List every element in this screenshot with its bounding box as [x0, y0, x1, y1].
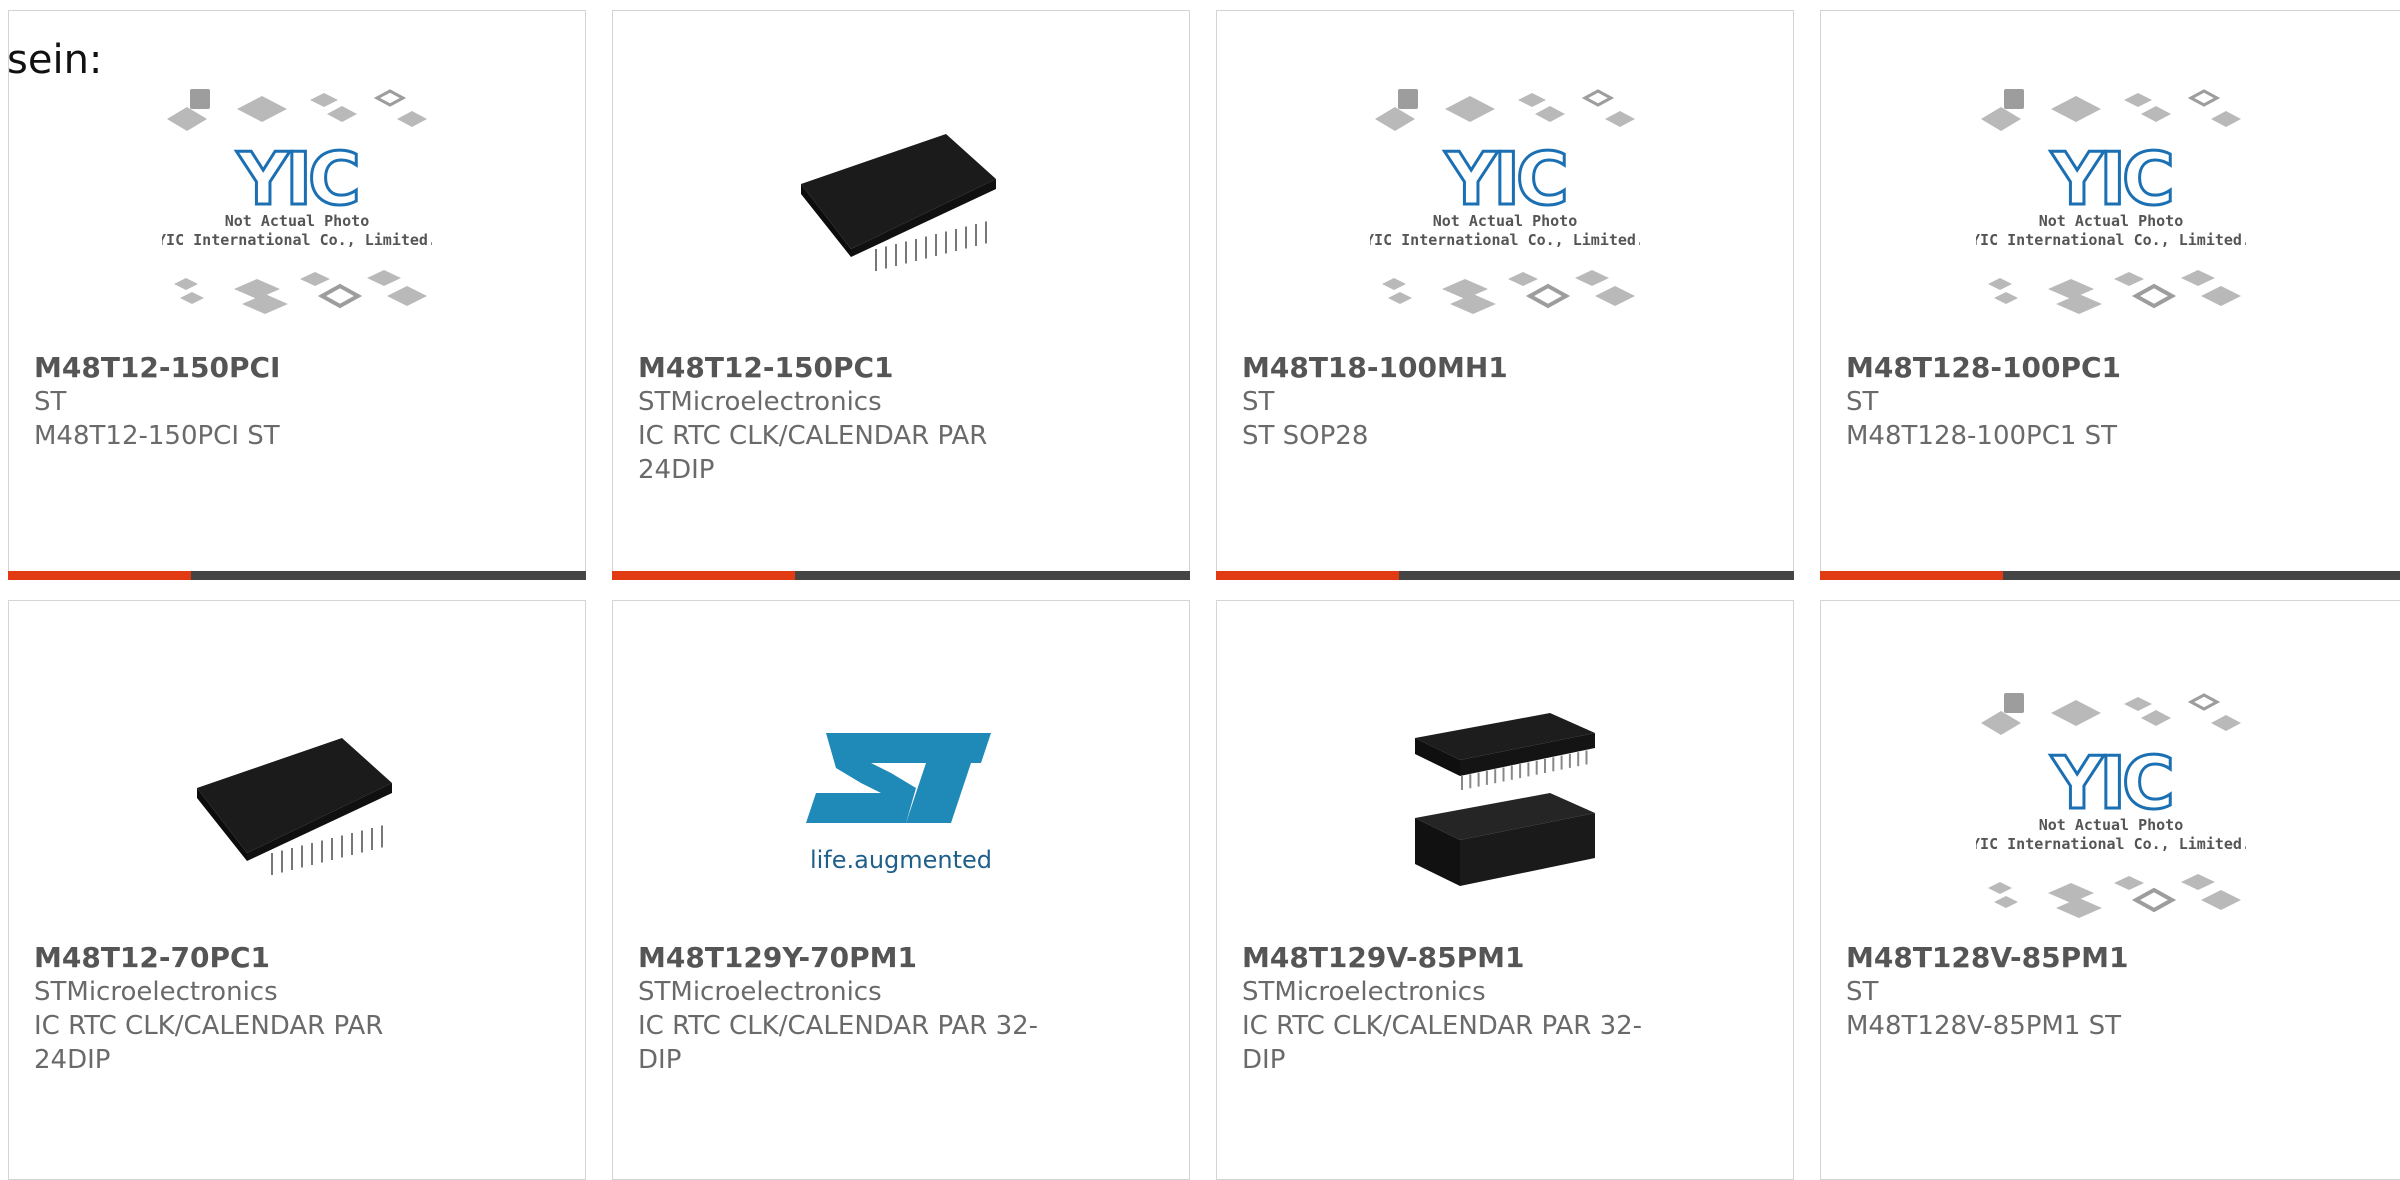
manufacturer: STMicroelectronics: [1242, 977, 1486, 1007]
manufacturer: STMicroelectronics: [34, 977, 278, 1007]
product-card[interactable]: M48T129V-85PM1 STMicroelectronics IC RTC…: [1216, 600, 1794, 1180]
product-card[interactable]: YIC Not Actual Photo YIC International Co.…: [8, 10, 586, 580]
manufacturer: ST: [1242, 387, 1275, 417]
yic-placeholder-graphic: YICNot Actual PhotoYIC International Co.…: [1976, 693, 2246, 918]
svg-text:YIC International Co., Limited: YIC International Co., Limited.: [1370, 231, 1640, 249]
part-number[interactable]: M48T128V-85PM1: [1846, 941, 2380, 975]
svg-text:life.augmented: life.augmented: [810, 846, 992, 874]
product-card[interactable]: YIC Not Actual Photo YIC International Co.…: [1820, 10, 2400, 580]
card-bar: [1820, 571, 2400, 580]
product-card[interactable]: M48T12-70PC1 STMicroelectronics IC RTC C…: [8, 600, 586, 1180]
description: IC RTC CLK/CALENDAR PAR 32-DIP: [638, 1011, 1039, 1075]
intro-text: sein:: [7, 37, 103, 83]
description: IC RTC CLK/CALENDAR PAR 24DIP: [638, 421, 988, 485]
description: IC RTC CLK/CALENDAR PAR 24DIP: [34, 1011, 384, 1075]
product-image-placeholder[interactable]: YIC Not Actual Photo YIC International Co.…: [9, 49, 585, 349]
card-bar: [8, 571, 586, 580]
part-number[interactable]: M48T12-70PC1: [34, 941, 565, 975]
svg-text:Not Actual Photo: Not Actual Photo: [225, 212, 370, 230]
svg-text:YIC International Co., Limited: YIC International Co., Limited.: [162, 231, 432, 249]
card-bar: [1216, 571, 1794, 580]
product-card[interactable]: life.augmented M48T129Y-70PM1 STMicroele…: [612, 600, 1190, 1180]
dip-chip-graphic: [801, 134, 996, 271]
product-image-placeholder[interactable]: YIC Not Actual Photo YIC International Co.…: [1217, 49, 1793, 349]
svg-text:Not Actual Photo: Not Actual Photo: [2038, 816, 2183, 834]
manufacturer: ST: [1846, 387, 1879, 417]
svg-text:Not Actual Photo: Not Actual Photo: [1433, 212, 1578, 230]
manufacturer: ST: [34, 387, 67, 417]
yic-logo: YIC: [236, 137, 357, 221]
product-grid: YIC Not Actual Photo YIC International Co.…: [0, 0, 2400, 1180]
description: IC RTC CLK/CALENDAR PAR 32-DIP: [1242, 1011, 1643, 1075]
manufacturer: STMicroelectronics: [638, 387, 882, 417]
description: ST SOP28: [1242, 421, 1369, 451]
description: M48T12-150PCI ST: [34, 421, 280, 451]
svg-text:Not Actual Photo: Not Actual Photo: [2038, 212, 2183, 230]
yic-placeholder-graphic: YICNot Actual PhotoYIC International Co.…: [1370, 89, 1640, 314]
product-image-dip-chip[interactable]: [9, 653, 585, 953]
part-number[interactable]: M48T128-100PC1: [1846, 351, 2380, 385]
dip-module-graphic: [1415, 713, 1595, 886]
product-image-dip-module[interactable]: [1217, 653, 1793, 953]
product-image-dip-chip[interactable]: [613, 49, 1189, 349]
st-logo-graphic: life.augmented: [806, 733, 992, 874]
description: M48T128-100PC1 ST: [1846, 421, 2118, 451]
product-card[interactable]: M48T12-150PC1 STMicroelectronics IC RTC …: [612, 10, 1190, 580]
part-number[interactable]: M48T12-150PCI: [34, 351, 565, 385]
card-bar: [612, 571, 1190, 580]
product-card[interactable]: YIC Not Actual Photo YIC International Co.…: [1216, 10, 1794, 580]
yic-logo: YIC: [2050, 741, 2171, 825]
yic-logo: YIC: [1444, 137, 1565, 221]
part-number[interactable]: M48T12-150PC1: [638, 351, 1169, 385]
product-card[interactable]: YIC Not Actual Photo YIC International Co.…: [1820, 600, 2400, 1180]
product-image-st-logo[interactable]: life.augmented: [613, 653, 1189, 953]
description: M48T128V-85PM1 ST: [1846, 1011, 2122, 1041]
product-image-placeholder[interactable]: YIC Not Actual Photo YIC International Co.…: [1821, 49, 2400, 349]
yic-placeholder-graphic: YICNot Actual PhotoYIC International Co.…: [162, 89, 432, 314]
manufacturer: STMicroelectronics: [638, 977, 882, 1007]
manufacturer: ST: [1846, 977, 1879, 1007]
product-image-placeholder[interactable]: YIC Not Actual Photo YIC International Co.…: [1821, 653, 2400, 953]
part-number[interactable]: M48T18-100MH1: [1242, 351, 1773, 385]
yic-logo: YIC: [2050, 137, 2171, 221]
part-number[interactable]: M48T129V-85PM1: [1242, 941, 1773, 975]
svg-text:YIC International Co., Limited: YIC International Co., Limited.: [1976, 835, 2246, 853]
yic-placeholder-graphic: YICNot Actual PhotoYIC International Co.…: [1976, 89, 2246, 314]
dip-chip-graphic: [197, 738, 392, 875]
part-number[interactable]: M48T129Y-70PM1: [638, 941, 1169, 975]
svg-text:YIC International Co., Limited: YIC International Co., Limited.: [1976, 231, 2246, 249]
